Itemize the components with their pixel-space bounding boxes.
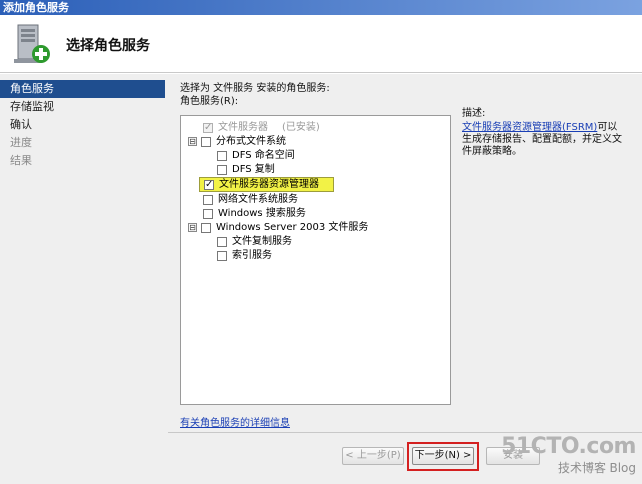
- tree-item-file-server[interactable]: 文件服务器 (已安装): [203, 121, 320, 134]
- tree-item-label: 分布式文件系统: [216, 136, 286, 147]
- list-label: 角色服务(R):: [180, 96, 239, 107]
- footer-divider: [168, 432, 642, 433]
- tree-item-nfs[interactable]: 网络文件系统服务: [203, 193, 298, 206]
- description-title: 描述:: [462, 108, 486, 119]
- intro-text: 选择为 文件服务 安装的角色服务:: [180, 83, 330, 94]
- nav-item-progress: 进度: [10, 136, 32, 149]
- checkbox[interactable]: [203, 121, 213, 134]
- tree-item-fsrm[interactable]: 文件服务器资源管理器: [199, 177, 334, 192]
- wizard-header: 选择角色服务: [0, 15, 642, 73]
- checkbox[interactable]: [217, 164, 227, 175]
- next-button[interactable]: 下一步(N) >: [412, 447, 474, 465]
- nav-item-confirmation[interactable]: 确认: [0, 116, 165, 134]
- tree-item-dfs-namespaces[interactable]: DFS 命名空间: [217, 149, 295, 162]
- wizard-body: 角色服务 存储监视 确认 进度 结果 选择为 文件服务 安装的角色服务: 角色服…: [0, 74, 642, 484]
- checkbox[interactable]: [217, 150, 227, 161]
- more-info-link[interactable]: 有关角色服务的详细信息: [180, 414, 290, 429]
- tree-item-label: Windows Server 2003 文件服务: [216, 222, 369, 233]
- tree-item-label: DFS 复制: [232, 164, 275, 175]
- tree-item-label: Windows 搜索服务: [218, 208, 306, 219]
- checkbox[interactable]: [201, 136, 211, 147]
- watermark-blog: Blog: [609, 461, 636, 475]
- tree-item-label: 网络文件系统服务: [218, 194, 298, 205]
- page-title: 选择角色服务: [66, 38, 150, 54]
- window-title: 添加角色服务: [0, 0, 642, 15]
- checkbox[interactable]: [201, 222, 211, 233]
- description-panel: 描述: 文件服务器资源管理器(FSRM)可以生成存储报告、配置配额，并定义文件屏…: [462, 108, 627, 158]
- nav-item-results: 结果: [10, 154, 32, 167]
- tree-item-label: 文件服务器资源管理器: [219, 179, 319, 190]
- fsrm-link[interactable]: 文件服务器资源管理器(FSRM): [462, 122, 597, 133]
- checkbox[interactable]: [203, 194, 213, 205]
- role-services-list[interactable]: 文件服务器 (已安装) ⊟ 分布式文件系统 DFS 命名空间 DFS 复制 文件…: [180, 115, 451, 405]
- tree-item-label: 索引服务: [232, 250, 272, 261]
- tree-item-windows-search[interactable]: Windows 搜索服务: [203, 207, 306, 220]
- watermark-subtitle: 技术博客: [557, 461, 606, 475]
- nav-item-storage-monitoring[interactable]: 存储监视: [0, 98, 165, 116]
- content-pane: 选择为 文件服务 安装的角色服务: 角色服务(R): 文件服务器 (已安装) ⊟…: [180, 82, 635, 429]
- tree-item-dfs-replication[interactable]: DFS 复制: [217, 163, 275, 176]
- tree-item-indexing[interactable]: 索引服务: [217, 249, 272, 262]
- checkbox[interactable]: [217, 250, 227, 261]
- tree-item-ws2003-file-services[interactable]: ⊟ Windows Server 2003 文件服务: [188, 221, 368, 234]
- tree-item-label: 文件服务器: [218, 122, 268, 133]
- tree-item-dfs[interactable]: ⊟ 分布式文件系统: [188, 135, 286, 148]
- checkbox[interactable]: [203, 208, 213, 219]
- server-add-icon: [14, 24, 50, 63]
- watermark-logo: 51CTO.com: [501, 434, 636, 459]
- nav-item-role-services[interactable]: 角色服务: [0, 80, 165, 98]
- wizard-nav: 角色服务 存储监视 确认 进度 结果: [0, 80, 165, 170]
- watermark: 51CTO.com 技术博客 Blog: [501, 434, 636, 476]
- tree-item-label: DFS 命名空间: [232, 150, 295, 161]
- installed-note: (已安装): [282, 122, 320, 133]
- checkbox[interactable]: [204, 178, 214, 191]
- tree-item-label: 文件复制服务: [232, 236, 292, 247]
- prev-button[interactable]: < 上一步(P): [342, 447, 404, 465]
- collapse-icon[interactable]: ⊟: [188, 223, 197, 232]
- checkbox[interactable]: [217, 236, 227, 247]
- tree-item-file-replication[interactable]: 文件复制服务: [217, 235, 292, 248]
- collapse-icon[interactable]: ⊟: [188, 137, 197, 146]
